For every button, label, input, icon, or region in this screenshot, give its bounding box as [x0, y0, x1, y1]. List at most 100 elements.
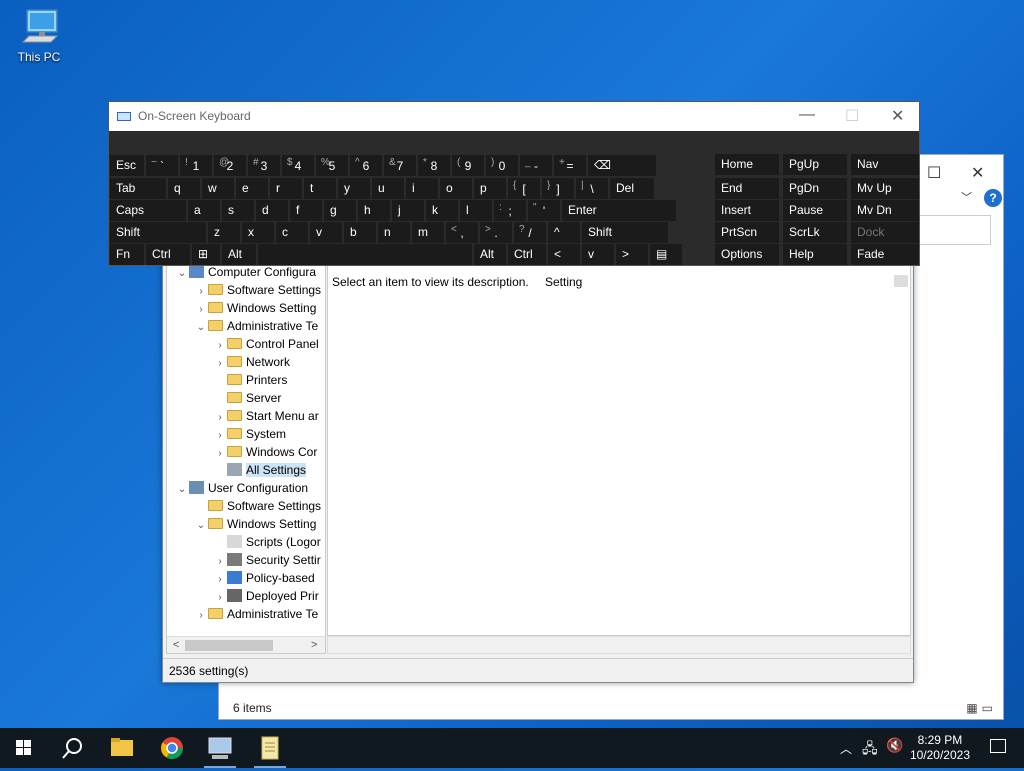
- help-icon[interactable]: ?: [984, 189, 1002, 207]
- tree-horizontal-scrollbar[interactable]: < >: [167, 636, 325, 653]
- osk-key[interactable]: (9: [452, 155, 484, 176]
- osk-nav-key[interactable]: Nav: [851, 154, 919, 175]
- search-box[interactable]: [909, 215, 991, 245]
- osk-key[interactable]: ) 0: [486, 155, 518, 176]
- osk-key[interactable]: ⊞: [192, 244, 220, 265]
- tree-item[interactable]: › Policy-based: [213, 569, 315, 587]
- chevron-right-icon[interactable]: ›: [194, 607, 208, 625]
- tree-item[interactable]: ⌄ Windows Setting: [194, 515, 317, 535]
- network-icon[interactable]: 🖧: [862, 738, 878, 762]
- osk-nav-key[interactable]: Fade: [851, 244, 919, 265]
- osk-key[interactable]: v: [582, 244, 614, 265]
- scroll-thumb[interactable]: [185, 640, 273, 651]
- osk-key[interactable]: j: [392, 200, 424, 221]
- osk-key[interactable]: + =: [554, 155, 586, 176]
- this-pc-desktop-icon[interactable]: This PC: [10, 8, 68, 64]
- osk-key[interactable]: @2: [214, 155, 246, 176]
- tree-item[interactable]: Server: [213, 389, 281, 407]
- setting-column-header[interactable]: Setting: [545, 275, 582, 289]
- osk-nav-key[interactable]: Home: [715, 154, 779, 175]
- osk-key[interactable]: m: [412, 222, 444, 243]
- osk-key[interactable]: Esc: [110, 155, 144, 176]
- osk-key[interactable]: o: [440, 178, 472, 199]
- osk-key[interactable]: q: [168, 178, 200, 199]
- osk-key[interactable]: Fn: [110, 244, 144, 265]
- osk-key[interactable]: Alt: [222, 244, 256, 265]
- show-hidden-icons-icon[interactable]: ︿: [840, 740, 852, 757]
- tree-item[interactable]: › Deployed Prir: [213, 587, 319, 605]
- osk-key[interactable]: Caps: [110, 200, 186, 221]
- osk-key[interactable]: w: [202, 178, 234, 199]
- notepad-button[interactable]: [246, 728, 294, 768]
- osk-key[interactable]: Enter: [562, 200, 676, 221]
- osk-nav-key[interactable]: Options: [715, 244, 779, 265]
- chevron-down-icon[interactable]: ⌄: [175, 481, 189, 499]
- close-icon[interactable]: ✕: [971, 163, 984, 183]
- osk-key[interactable]: r: [270, 178, 302, 199]
- osk-key[interactable]: c: [276, 222, 308, 243]
- osk-key[interactable]: b: [344, 222, 376, 243]
- osk-key[interactable]: ~ `: [146, 155, 178, 176]
- osk-key[interactable]: p: [474, 178, 506, 199]
- osk-key[interactable]: Alt: [474, 244, 506, 265]
- osk-key[interactable]: i: [406, 178, 438, 199]
- tree-item[interactable]: › Administrative Te: [194, 605, 318, 623]
- osk-key[interactable]: [258, 244, 472, 265]
- osk-key[interactable]: n: [378, 222, 410, 243]
- osk-key[interactable]: }]: [542, 178, 574, 199]
- chevron-down-icon[interactable]: ⌄: [194, 517, 208, 535]
- osk-key[interactable]: ⌫: [588, 155, 656, 176]
- view-toggle-icons[interactable]: ▦▭: [966, 701, 997, 715]
- close-icon[interactable]: ✕: [891, 106, 904, 126]
- osk-key[interactable]: " ': [528, 200, 560, 221]
- osk-nav-key[interactable]: End: [715, 178, 779, 199]
- osk-key[interactable]: :;: [494, 200, 526, 221]
- tree-item[interactable]: › Network: [213, 353, 290, 371]
- osk-key[interactable]: f: [290, 200, 322, 221]
- tree-item[interactable]: › System: [213, 425, 286, 443]
- vertical-scrollbar[interactable]: [894, 275, 908, 287]
- osk-key[interactable]: _ -: [520, 155, 552, 176]
- osk-key[interactable]: Shift: [110, 222, 206, 243]
- osk-key[interactable]: y: [338, 178, 370, 199]
- tree-item[interactable]: › Security Settir: [213, 551, 321, 569]
- osk-key[interactable]: Ctrl: [508, 244, 546, 265]
- osk-nav-key[interactable]: PgUp: [783, 154, 847, 175]
- osk-key[interactable]: Ctrl: [146, 244, 190, 265]
- osk-key[interactable]: % 5: [316, 155, 348, 176]
- osk-key[interactable]: v: [310, 222, 342, 243]
- osk-key[interactable]: <: [548, 244, 580, 265]
- tree-item[interactable]: › Control Panel: [213, 335, 318, 353]
- osk-key[interactable]: ? /: [514, 222, 546, 243]
- osk-key[interactable]: g: [324, 200, 356, 221]
- osk-key[interactable]: | \: [576, 178, 608, 199]
- osk-key[interactable]: x: [242, 222, 274, 243]
- tree-item[interactable]: All Settings: [213, 461, 307, 479]
- osk-key[interactable]: ! 1: [180, 155, 212, 176]
- osk-key[interactable]: >: [616, 244, 648, 265]
- tree-item[interactable]: Printers: [213, 371, 287, 389]
- osk-key[interactable]: & 7: [384, 155, 416, 176]
- osk-nav-key[interactable]: Help: [783, 244, 847, 265]
- osk-key[interactable]: h: [358, 200, 390, 221]
- tree-item[interactable]: Software Settings: [194, 497, 321, 515]
- osk-nav-key[interactable]: Mv Up: [851, 178, 919, 199]
- file-explorer-button[interactable]: [98, 728, 146, 768]
- osk-key[interactable]: * 8: [418, 155, 450, 176]
- osk-key[interactable]: {[: [508, 178, 540, 199]
- notifications-icon[interactable]: [990, 739, 1006, 753]
- tree-item[interactable]: › Start Menu ar: [213, 407, 318, 425]
- osk-key[interactable]: Tab: [110, 178, 166, 199]
- network-app-button[interactable]: [196, 728, 244, 768]
- chevron-down-icon[interactable]: ⌄: [175, 265, 189, 283]
- minimize-icon[interactable]: —: [799, 106, 815, 124]
- osk-key[interactable]: ^ 6: [350, 155, 382, 176]
- osk-nav-key[interactable]: Mv Dn: [851, 200, 919, 221]
- search-button[interactable]: [48, 728, 96, 768]
- osk-key[interactable]: Shift: [582, 222, 668, 243]
- osk-nav-key[interactable]: PgDn: [783, 178, 847, 199]
- scroll-right-icon[interactable]: >: [311, 637, 317, 653]
- osk-key[interactable]: u: [372, 178, 404, 199]
- osk-key[interactable]: ^: [548, 222, 580, 243]
- osk-key[interactable]: k: [426, 200, 458, 221]
